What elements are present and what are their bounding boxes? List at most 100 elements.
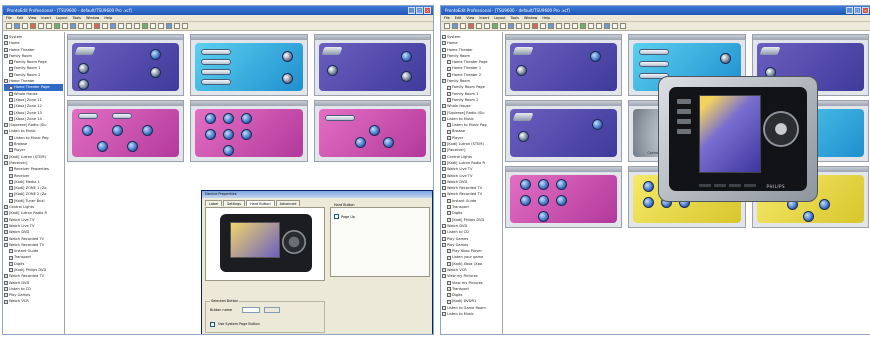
page-thumbnail[interactable] [505, 100, 623, 162]
toolbar-button[interactable] [134, 23, 140, 29]
toolbar-button[interactable] [166, 23, 172, 29]
toolbar-button[interactable] [564, 23, 570, 29]
page-icon [447, 293, 451, 298]
folder-icon [442, 54, 446, 59]
toolbar-button[interactable] [588, 23, 594, 29]
scroll-wheel[interactable] [763, 111, 799, 147]
toolbar-button[interactable] [110, 23, 116, 29]
toolbar-button[interactable] [572, 23, 578, 29]
toolbar-button[interactable] [484, 23, 490, 29]
toolbar-button[interactable] [500, 23, 506, 29]
menu-file[interactable]: File [444, 15, 450, 21]
menu-window[interactable]: Window [86, 15, 99, 21]
configuration-tree[interactable]: System Home Home Theater Family Room Family … [3, 32, 65, 334]
toolbar-button[interactable] [126, 23, 132, 29]
menu-insert[interactable]: Insert [479, 15, 489, 21]
scroll-wheel[interactable] [282, 230, 306, 254]
page-thumbnail[interactable] [67, 34, 185, 96]
toolbar-button[interactable] [30, 23, 36, 29]
list-item[interactable]: Page Up [334, 214, 355, 219]
page-thumbnail[interactable] [313, 34, 431, 96]
maximize-button[interactable]: □ [416, 7, 423, 14]
page-thumbnail[interactable] [67, 100, 185, 162]
menu-file[interactable]: File [6, 15, 12, 21]
folder-icon [4, 161, 8, 166]
list-item-checkbox[interactable] [334, 214, 339, 219]
toolbar-button[interactable] [460, 23, 466, 29]
menu-edit[interactable]: Edit [17, 15, 24, 21]
toolbar-button[interactable] [612, 23, 618, 29]
toolbar-button[interactable] [580, 23, 586, 29]
tab-settings[interactable]: Settings [223, 200, 246, 206]
page-thumbnail[interactable] [505, 34, 623, 96]
toolbar-button[interactable] [86, 23, 92, 29]
button-name-field[interactable] [242, 307, 260, 313]
tree-item[interactable]: Listen to Music [442, 311, 501, 317]
page-thumbnail[interactable] [190, 34, 308, 96]
menu-tools[interactable]: Tools [73, 15, 81, 21]
tab-advanced[interactable]: Advanced [275, 200, 301, 206]
menu-insert[interactable]: Insert [41, 15, 51, 21]
use-system-page-checkbox[interactable] [210, 322, 215, 327]
toolbar-button[interactable] [94, 23, 100, 29]
button-name-action[interactable] [264, 307, 280, 313]
toolbar-button[interactable] [452, 23, 458, 29]
hard-button-list[interactable]: Hard Button Page Up [330, 203, 430, 277]
toolbar-button[interactable] [596, 23, 602, 29]
folder-icon [442, 224, 446, 229]
toolbar-button[interactable] [118, 23, 124, 29]
configuration-tree[interactable]: System Home Home Theater Family Room Home Th… [441, 32, 503, 334]
toolbar-button[interactable] [46, 23, 52, 29]
menu-view[interactable]: View [466, 15, 474, 21]
toolbar-button[interactable] [516, 23, 522, 29]
close-button[interactable]: × [862, 7, 869, 14]
toolbar-button[interactable] [62, 23, 68, 29]
toolbar-button[interactable] [158, 23, 164, 29]
toolbar-button[interactable] [444, 23, 450, 29]
toolbar-button[interactable] [174, 23, 180, 29]
toolbar-button[interactable] [142, 23, 148, 29]
toolbar-button[interactable] [524, 23, 530, 29]
toolbar-button[interactable] [508, 23, 514, 29]
minimize-button[interactable]: _ [408, 7, 415, 14]
page-thumbnail[interactable] [505, 166, 623, 228]
toolbar-button[interactable] [150, 23, 156, 29]
toolbar-button[interactable] [38, 23, 44, 29]
menu-help[interactable]: Help [104, 15, 112, 21]
toolbar-button[interactable] [102, 23, 108, 29]
toolbar-button[interactable] [476, 23, 482, 29]
tree-item[interactable]: Watch VCR [4, 298, 63, 304]
menu-tools[interactable]: Tools [511, 15, 519, 21]
toolbar-button[interactable] [532, 23, 538, 29]
page-thumbnail[interactable] [313, 100, 431, 162]
toolbar-button[interactable] [556, 23, 562, 29]
soft-buttons [699, 184, 756, 187]
menu-view[interactable]: View [28, 15, 36, 21]
close-button[interactable]: × [424, 7, 431, 14]
toolbar-button[interactable] [78, 23, 84, 29]
maximize-button[interactable]: □ [854, 7, 861, 14]
menu-layout[interactable]: Layout [494, 15, 506, 21]
menu-edit[interactable]: Edit [455, 15, 462, 21]
toolbar-button[interactable] [6, 23, 12, 29]
menu-window[interactable]: Window [524, 15, 537, 21]
toolbar-button[interactable] [604, 23, 610, 29]
toolbar-button[interactable] [182, 23, 188, 29]
toolbar-button[interactable] [492, 23, 498, 29]
toolbar-button[interactable] [620, 23, 626, 29]
menu-layout[interactable]: Layout [56, 15, 68, 21]
menu-help[interactable]: Help [542, 15, 550, 21]
toolbar-button[interactable] [14, 23, 20, 29]
toolbar-button[interactable] [468, 23, 474, 29]
toolbar-button[interactable] [54, 23, 60, 29]
page-thumbnail[interactable] [190, 100, 308, 162]
toolbar-button[interactable] [70, 23, 76, 29]
toolbar-button[interactable] [540, 23, 546, 29]
toolbar-button[interactable] [548, 23, 554, 29]
tab-label[interactable]: Label [205, 200, 223, 206]
folder-icon [442, 230, 446, 235]
right-app-window: ProntoEdit Professional - [TSU9600 - def… [440, 5, 870, 335]
minimize-button[interactable]: _ [846, 7, 853, 14]
toolbar-button[interactable] [22, 23, 28, 29]
tab-hard-button[interactable]: Hard Button [246, 200, 275, 206]
